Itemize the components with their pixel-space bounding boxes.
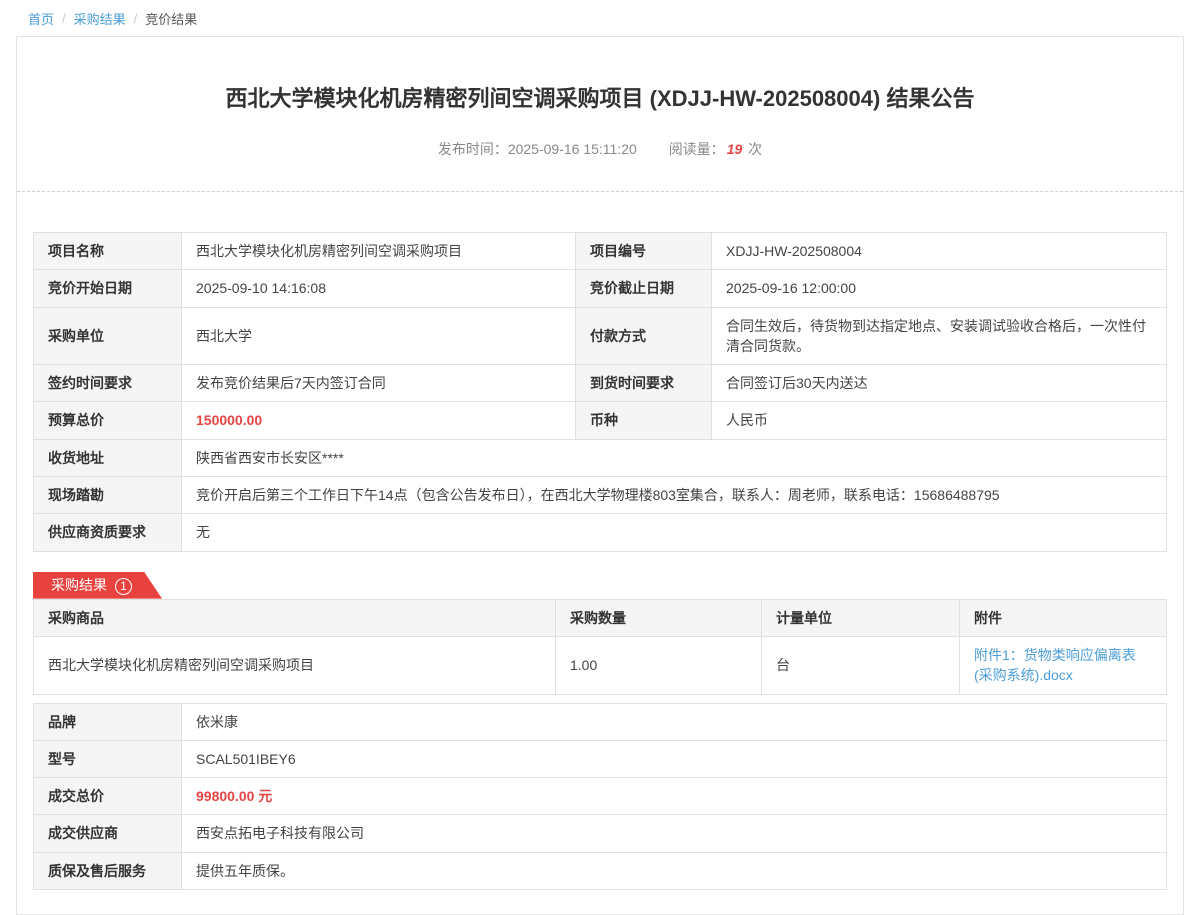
project-info-table: 项目名称 西北大学模块化机房精密列间空调采购项目 项目编号 XDJJ-HW-20…	[33, 232, 1167, 552]
result-section-badge: 采购结果 1	[33, 572, 162, 599]
table-header-row: 采购商品 采购数量 计量单位 附件	[34, 599, 1167, 636]
table-row: 成交总价 99800.00 元	[34, 778, 1167, 815]
info-value: 2025-09-16 12:00:00	[712, 270, 1167, 307]
table-row: 预算总价 150000.00 币种 人民币	[34, 402, 1167, 439]
info-label: 竞价截止日期	[576, 270, 712, 307]
publish-time-label: 发布时间：	[438, 141, 508, 157]
announcement-meta: 发布时间：2025-09-16 15:11:20 阅读量：19 次	[17, 139, 1183, 159]
read-count-label: 阅读量：	[669, 141, 725, 157]
table-row: 收货地址 陕西省西安市长安区****	[34, 439, 1167, 476]
info-label: 到货时间要求	[576, 365, 712, 402]
brand-value: 依米康	[182, 703, 1167, 740]
detail-label: 成交总价	[34, 778, 182, 815]
info-value: 人民币	[712, 402, 1167, 439]
result-items-table: 采购商品 采购数量 计量单位 附件 西北大学模块化机房精密列间空调采购项目 1.…	[33, 599, 1167, 695]
info-label: 预算总价	[34, 402, 182, 439]
supplier-value: 西安点拓电子科技有限公司	[182, 815, 1167, 852]
product-quantity: 1.00	[556, 636, 762, 694]
table-row: 签约时间要求 发布竞价结果后7天内签订合同 到货时间要求 合同签订后30天内送达	[34, 365, 1167, 402]
table-row: 西北大学模块化机房精密列间空调采购项目 1.00 台 附件1：货物类响应偏离表(…	[34, 636, 1167, 694]
info-value: 无	[182, 514, 1167, 551]
detail-label: 品牌	[34, 703, 182, 740]
breadcrumb-purchase-results-link[interactable]: 采购结果	[74, 9, 126, 28]
result-detail-table: 品牌 依米康 型号 SCAL501IBEY6 成交总价 99800.00 元 成…	[33, 703, 1167, 890]
info-value: 合同签订后30天内送达	[712, 365, 1167, 402]
attachment-link[interactable]: 附件1：货物类响应偏离表(采购系统).docx	[974, 647, 1136, 683]
publish-time-value: 2025-09-16 15:11:20	[508, 141, 637, 157]
info-value: 合同生效后，待货物到达指定地点、安装调试验收合格后，一次性付清合同货款。	[712, 307, 1167, 365]
breadcrumb: 首页 / 采购结果 / 竞价结果	[0, 0, 1200, 36]
column-header-unit: 计量单位	[762, 599, 960, 636]
detail-label: 型号	[34, 740, 182, 777]
info-label: 采购单位	[34, 307, 182, 365]
table-row: 采购单位 西北大学 付款方式 合同生效后，待货物到达指定地点、安装调试验收合格后…	[34, 307, 1167, 365]
table-row: 成交供应商 西安点拓电子科技有限公司	[34, 815, 1167, 852]
result-badge-count: 1	[115, 578, 132, 595]
table-row: 品牌 依米康	[34, 703, 1167, 740]
result-badge-label: 采购结果	[51, 577, 107, 593]
breadcrumb-separator: /	[62, 11, 66, 26]
info-label: 项目名称	[34, 233, 182, 270]
announcement-card: 西北大学模块化机房精密列间空调采购项目 (XDJJ-HW-202508004) …	[16, 36, 1184, 915]
budget-total-value: 150000.00	[182, 402, 576, 439]
publish-time: 发布时间：2025-09-16 15:11:20	[438, 141, 637, 157]
column-header-attachment: 附件	[960, 599, 1167, 636]
read-count: 阅读量：19 次	[669, 141, 762, 157]
read-count-unit: 次	[748, 141, 762, 157]
info-label: 项目编号	[576, 233, 712, 270]
breadcrumb-home-link[interactable]: 首页	[28, 9, 54, 28]
table-row: 项目名称 西北大学模块化机房精密列间空调采购项目 项目编号 XDJJ-HW-20…	[34, 233, 1167, 270]
info-value: 2025-09-10 14:16:08	[182, 270, 576, 307]
info-label: 供应商资质要求	[34, 514, 182, 551]
table-row: 供应商资质要求 无	[34, 514, 1167, 551]
detail-label: 质保及售后服务	[34, 852, 182, 889]
deal-total-price-value: 99800.00 元	[182, 778, 1167, 815]
info-value: 陕西省西安市长安区****	[182, 439, 1167, 476]
info-value: XDJJ-HW-202508004	[712, 233, 1167, 270]
info-label: 竞价开始日期	[34, 270, 182, 307]
info-value: 竞价开启后第三个工作日下午14点（包含公告发布日），在西北大学物理楼803室集合…	[182, 477, 1167, 514]
info-label: 币种	[576, 402, 712, 439]
table-row: 现场踏勘 竞价开启后第三个工作日下午14点（包含公告发布日），在西北大学物理楼8…	[34, 477, 1167, 514]
info-value: 发布竞价结果后7天内签订合同	[182, 365, 576, 402]
table-row: 型号 SCAL501IBEY6	[34, 740, 1167, 777]
divider	[17, 191, 1183, 192]
product-unit: 台	[762, 636, 960, 694]
page-title: 西北大学模块化机房精密列间空调采购项目 (XDJJ-HW-202508004) …	[17, 81, 1183, 113]
info-label: 收货地址	[34, 439, 182, 476]
info-value: 西北大学模块化机房精密列间空调采购项目	[182, 233, 576, 270]
table-row: 质保及售后服务 提供五年质保。	[34, 852, 1167, 889]
info-label: 付款方式	[576, 307, 712, 365]
column-header-quantity: 采购数量	[556, 599, 762, 636]
detail-label: 成交供应商	[34, 815, 182, 852]
product-name: 西北大学模块化机房精密列间空调采购项目	[34, 636, 556, 694]
breadcrumb-current: 竞价结果	[145, 9, 197, 28]
column-header-product: 采购商品	[34, 599, 556, 636]
info-value: 西北大学	[182, 307, 576, 365]
model-value: SCAL501IBEY6	[182, 740, 1167, 777]
info-label: 签约时间要求	[34, 365, 182, 402]
read-count-value: 19	[727, 141, 743, 157]
table-row: 竞价开始日期 2025-09-10 14:16:08 竞价截止日期 2025-0…	[34, 270, 1167, 307]
breadcrumb-separator: /	[134, 11, 138, 26]
info-label: 现场踏勘	[34, 477, 182, 514]
warranty-value: 提供五年质保。	[182, 852, 1167, 889]
